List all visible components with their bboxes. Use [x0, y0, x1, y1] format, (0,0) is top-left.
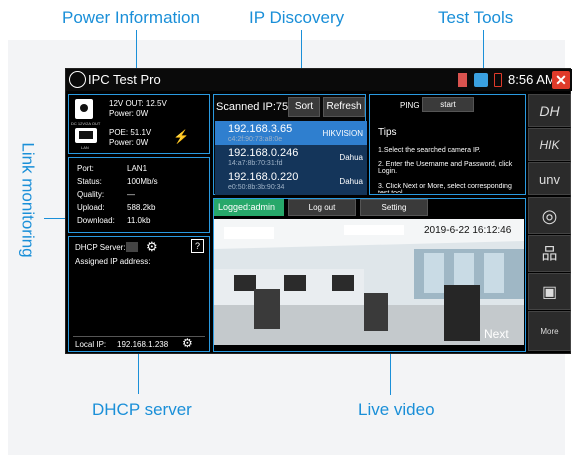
link-quality-value: — [127, 190, 135, 199]
lan-caption: LAN [81, 145, 89, 150]
dhcp-settings-gear-icon[interactable]: ⚙ [146, 239, 158, 255]
ptz-camera-icon[interactable]: ▣ [528, 273, 571, 310]
connector-dhcp [138, 352, 139, 394]
local-ip-gear-icon[interactable]: ⚙ [182, 336, 193, 350]
ping-label: PING [400, 101, 420, 110]
callout-power-information: Power Information [62, 8, 200, 27]
logged-user-badge: Logged:admin [214, 199, 284, 216]
dhcp-server-panel: DHCP Server: ⚙ ? Assigned IP address: Lo… [68, 236, 210, 352]
local-ip-label: Local IP: [75, 340, 107, 349]
dc-out-caption: DC 12V/2A OUT [71, 121, 101, 126]
uniview-tool-button[interactable]: unv [528, 162, 571, 195]
sort-button[interactable]: Sort [288, 97, 320, 117]
callout-link-monitoring: Link monitoring [18, 142, 38, 258]
link-upload-key: Upload: [77, 203, 105, 212]
local-ip-value: 192.168.1.238 [117, 340, 169, 349]
device-screen: IPC Test Pro 8:56 AM ✕ DC 12V/2A OUT 12V… [65, 68, 572, 354]
dhcp-assigned-ip-label: Assigned IP address: [75, 257, 151, 266]
ping-start-button[interactable]: start [422, 97, 474, 112]
network-icon [474, 73, 488, 87]
refresh-button[interactable]: Refresh [323, 97, 365, 117]
app-logo-icon [69, 71, 86, 88]
ip-list-item-selected[interactable]: 192.168.3.65 c4:2f:90:73:a8:0e HIKVISION [215, 121, 367, 147]
office-scene-image [214, 219, 524, 345]
clock: 8:56 AM [508, 72, 556, 87]
link-download-key: Download: [77, 216, 115, 225]
dhcp-server-label: DHCP Server: [75, 243, 126, 252]
camera-vendor: Dahua [339, 153, 363, 162]
power-information-panel: DC 12V/2A OUT 12V OUT: 12.5V Power: 0W L… [68, 94, 210, 154]
app-title: IPC Test Pro [88, 72, 161, 87]
mac-address: c4:2f:90:73:a8:0e [228, 136, 283, 143]
ip-address: 192.168.0.220 [228, 171, 299, 183]
tip-2: 2. Enter the Username and Password, clic… [378, 161, 513, 175]
link-monitoring-panel: Port: LAN1 Status: 100Mb/s Quality: — Up… [68, 157, 210, 233]
dc-out-icon [75, 99, 93, 119]
callout-ip-discovery: IP Discovery [249, 8, 345, 27]
callout-live-video: Live video [358, 400, 435, 419]
tips-title: Tips [378, 127, 397, 138]
link-upload-value: 588.2kb [127, 203, 156, 212]
camera-vendor: HIKVISION [322, 129, 363, 138]
mac-address: e0:50:8b:3b:90:34 [228, 184, 285, 191]
ip-list-item[interactable]: 192.168.0.220 e0:50:8b:3b:90:34 Dahua [215, 169, 367, 195]
link-quality-key: Quality: [77, 190, 105, 199]
logout-button[interactable]: Log out [288, 199, 356, 216]
link-download-value: 11.0kb [127, 216, 151, 225]
setting-button[interactable]: Setting [360, 199, 428, 216]
mac-address: 14:a7:8b:70:31:fd [228, 160, 283, 167]
poe-active-icon: ⚡ [173, 129, 190, 144]
link-status-value: 100Mb/s [127, 177, 158, 186]
battery-icon [494, 73, 502, 87]
help-icon[interactable]: ? [191, 239, 204, 253]
dhcp-server-toggle[interactable] [126, 242, 138, 252]
globe-icon[interactable]: ◎ [528, 197, 571, 234]
video-feed[interactable]: 2019-6-22 16:12:46 Next [214, 219, 524, 345]
link-port-key: Port: [77, 164, 94, 173]
tip-1: 1.Select the searched camera IP. [378, 147, 481, 154]
lan-port-icon [75, 128, 97, 143]
poe-watts: Power: 0W [109, 138, 149, 147]
dahua-tool-button[interactable]: DH [528, 94, 571, 127]
scanned-ip-count: Scanned IP:75 [216, 101, 289, 113]
ip-address: 192.168.0.246 [228, 147, 299, 159]
callout-test-tools: Test Tools [438, 8, 514, 27]
poe-voltage: POE: 51.1V [109, 128, 152, 137]
hikvision-tool-button[interactable]: HIK [528, 128, 571, 161]
camera-vendor: Dahua [339, 177, 363, 186]
network-topology-icon[interactable]: 品 [528, 235, 571, 272]
test-tools-panel: PING start Tips 1.Select the searched ca… [369, 94, 526, 195]
next-button[interactable]: Next [484, 327, 509, 341]
callout-dhcp-server: DHCP server [92, 400, 192, 419]
ip-discovery-panel: Scanned IP:75 Sort Refresh 192.168.3.65 … [213, 94, 367, 195]
video-timestamp: 2019-6-22 16:12:46 [424, 225, 512, 236]
more-button[interactable]: More [528, 311, 571, 351]
tip-3: 3. Click Next or More, select correspond… [378, 183, 512, 193]
link-status-key: Status: [77, 177, 102, 186]
power-out-voltage: 12V OUT: 12.5V [109, 99, 167, 108]
status-bar: IPC Test Pro 8:56 AM ✕ [66, 69, 572, 91]
power-out-watts: Power: 0W [109, 109, 149, 118]
ip-list-item[interactable]: 192.168.0.246 14:a7:8b:70:31:fd Dahua [215, 145, 367, 171]
link-port-value: LAN1 [127, 164, 148, 173]
ip-address: 192.168.3.65 [228, 123, 293, 135]
tool-case-icon [458, 73, 467, 87]
close-button[interactable]: ✕ [552, 71, 570, 89]
